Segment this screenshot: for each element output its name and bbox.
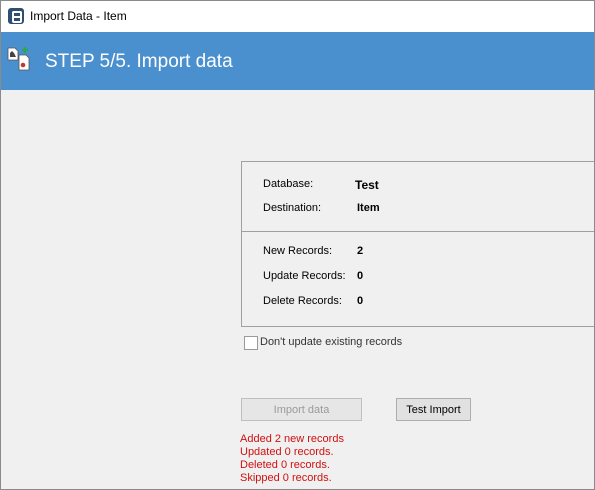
result-skipped: Skipped 0 records. — [240, 472, 332, 484]
delete-records-label: Delete Records: — [263, 295, 342, 307]
result-deleted: Deleted 0 records. — [240, 459, 330, 471]
test-import-button[interactable]: Test Import — [396, 398, 471, 421]
update-records-value: 0 — [357, 270, 364, 282]
dont-update-checkbox[interactable] — [244, 336, 258, 350]
summary-divider — [242, 231, 594, 232]
destination-label: Destination: — [263, 202, 322, 214]
new-records-label: New Records: — [263, 245, 333, 257]
import-data-window: Import Data - Item STEP 5/5. Import data… — [0, 0, 595, 490]
result-updated: Updated 0 records. — [240, 446, 334, 458]
import-data-button[interactable]: Import data — [241, 398, 362, 421]
app-logo-icon — [8, 8, 24, 24]
window-title: Import Data - Item — [30, 9, 127, 23]
import-file-icon — [7, 47, 30, 71]
destination-value: Item — [357, 202, 380, 214]
database-label: Database: — [263, 178, 314, 190]
step-title: STEP 5/5. Import data — [45, 51, 233, 72]
new-records-value: 2 — [357, 245, 364, 257]
dont-update-label[interactable]: Don't update existing records — [260, 336, 402, 348]
import-summary-panel: Database: Test Destination: Item New Rec… — [241, 161, 594, 327]
database-value: Test — [355, 178, 379, 192]
title-bar: Import Data - Item — [1, 1, 594, 32]
delete-records-value: 0 — [357, 295, 364, 307]
update-records-label: Update Records: — [263, 270, 346, 282]
result-added: Added 2 new records — [240, 433, 344, 445]
